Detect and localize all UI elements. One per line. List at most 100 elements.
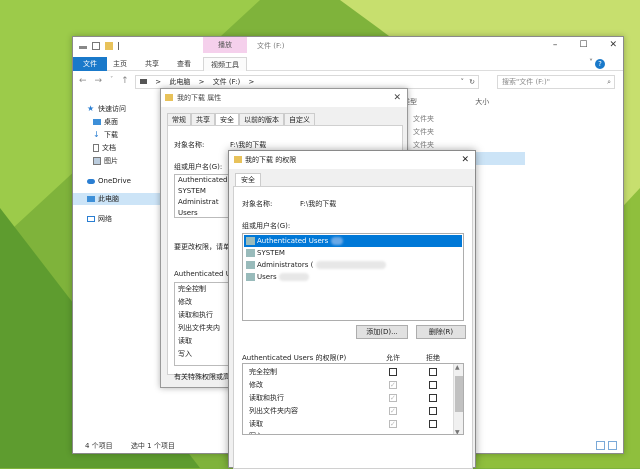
scroll-down-icon[interactable]: ▼ [455,429,460,434]
allow-header: 允许 [386,354,400,362]
sidebar-item-quick-access[interactable]: ★ 快速访问 [87,103,126,115]
sidebar-item-downloads[interactable]: ↓ 下载 [93,129,118,141]
redacted-blur [330,237,343,245]
chevron-down-icon[interactable]: ˅ [461,76,465,88]
user-label: Authenticated Users [257,237,329,245]
large-icons-view-icon[interactable] [608,441,617,450]
tab-sharing[interactable]: 共享 [191,113,215,125]
close-icon[interactable]: ✕ [609,40,617,50]
deny-checkbox[interactable] [429,420,437,428]
dropdown-icon[interactable]: ˅ [110,76,113,86]
scrollbar-thumb[interactable] [455,376,463,412]
users-icon [246,237,255,245]
table-row: 列出文件夹内容 [243,405,451,418]
list-item[interactable]: 文件夹 [413,126,525,139]
computer-icon [87,196,95,202]
help-icon[interactable]: ? [595,59,605,69]
sidebar-item-pictures[interactable]: 图片 [93,155,118,167]
allow-checkbox[interactable] [389,379,397,392]
deny-checkbox[interactable] [429,368,437,376]
allow-checkbox[interactable] [389,392,397,405]
deny-checkbox[interactable] [429,407,437,415]
sidebar-item-onedrive[interactable]: OneDrive [87,175,131,187]
allow-checkbox[interactable] [389,405,397,418]
group-label: 组或用户名(G): [174,163,223,171]
minimize-icon[interactable]: – [553,40,558,50]
list-item-users[interactable]: Users [244,271,462,283]
list-item-authenticated-users[interactable]: Authenticated Users [244,235,462,247]
column-size[interactable]: 大小 [475,98,489,106]
permission-label: 写入 [249,432,263,434]
back-icon[interactable]: ← [79,76,87,86]
breadcrumb-sep: > [155,78,162,86]
search-input[interactable]: 搜索"文件 (F:)" ⌕ [497,75,615,89]
sidebar-item-desktop[interactable]: 桌面 [93,116,118,128]
close-icon[interactable]: ✕ [461,151,469,169]
scroll-up-icon[interactable]: ▲ [455,364,460,371]
tab-video-tools[interactable]: 视频工具 [203,57,247,71]
permission-label: 完全控制 [249,368,277,376]
tab-home[interactable]: 主页 [113,57,127,71]
tab-general[interactable]: 常规 [167,113,191,125]
window-title: 文件 (F:) [257,42,285,50]
remove-button[interactable]: 删除(R) [416,325,466,339]
tab-view[interactable]: 查看 [177,57,191,71]
deny-checkbox[interactable] [429,381,437,389]
breadcrumb-sep: > [198,78,205,86]
table-row: 读取和执行 [243,392,451,405]
network-icon [87,216,95,222]
sidebar-item-label: OneDrive [98,177,131,185]
title-bar: 播放 文件 (F:) – ☐ ✕ [73,37,623,57]
tab-previous-versions[interactable]: 以前的版本 [239,113,284,125]
quick-access-toolbar [79,42,122,50]
tab-customize[interactable]: 自定义 [284,113,315,125]
dialog-title-bar: 我的下载 属性 ✕ [161,89,407,107]
sidebar-item-label: 快速访问 [98,105,126,113]
context-tab-play[interactable]: 播放 [203,37,247,53]
dialog-title: 我的下载 的权限 [245,156,297,164]
breadcrumb-this-pc[interactable]: 此电脑 [169,78,190,86]
list-item-system[interactable]: SYSTEM [244,247,462,259]
properties-tabs: 常规 共享 安全 以前的版本 自定义 [167,113,315,125]
sidebar-item-label: 图片 [104,157,118,165]
properties-icon[interactable] [79,46,87,49]
users-icon [246,273,255,281]
close-icon[interactable]: ✕ [393,89,401,107]
address-bar[interactable]: > 此电脑 > 文件 (F:) > ˅ ↻ [135,75,479,89]
dialog-title-bar: 我的下载 的权限 ✕ [229,151,475,169]
users-icon [246,249,255,257]
tab-file[interactable]: 文件 [73,57,107,71]
user-label: SYSTEM [257,249,285,257]
tab-share[interactable]: 共享 [145,57,159,71]
allow-checkbox[interactable] [389,368,397,376]
list-item[interactable]: 文件夹 [413,113,525,126]
permissions-for-label: Authenticated U [174,270,231,278]
document-icon [93,144,99,152]
user-list[interactable]: Authenticated Users SYSTEM Administrator… [242,233,464,321]
window-controls: – ☐ ✕ [553,40,617,50]
group-label: 组或用户名(G): [242,222,291,230]
check-icon[interactable] [92,42,100,50]
refresh-icon[interactable]: ↻ [469,76,475,88]
navigation-pane: ★ 快速访问 桌面 ↓ 下载 文档 图片 OneDrive 此电脑 网络 [73,95,161,439]
star-icon: ★ [87,104,95,113]
details-view-icon[interactable] [596,441,605,450]
list-item-administrators[interactable]: Administrators ( [244,259,462,271]
folder-icon[interactable] [105,42,113,50]
sidebar-item-documents[interactable]: 文档 [93,142,116,154]
tab-security[interactable]: 安全 [235,173,261,186]
allow-checkbox[interactable] [389,418,397,431]
maximize-icon[interactable]: ☐ [579,40,587,50]
sidebar-item-network[interactable]: 网络 [87,213,112,225]
forward-icon[interactable]: → [95,76,103,86]
add-button[interactable]: 添加(D)... [356,325,408,339]
up-icon[interactable]: ↑ [121,76,129,86]
column-headers: 类型 大小 [403,97,489,107]
tab-security[interactable]: 安全 [215,113,239,125]
sidebar-item-this-pc[interactable]: 此电脑 [73,193,161,205]
deny-checkbox[interactable] [429,394,437,402]
chevron-down-icon[interactable]: ˅ [589,58,593,67]
dropdown-icon[interactable] [118,42,122,50]
breadcrumb-drive[interactable]: 文件 (F:) [213,78,241,86]
scrollbar[interactable]: ▲ ▼ [453,364,463,434]
